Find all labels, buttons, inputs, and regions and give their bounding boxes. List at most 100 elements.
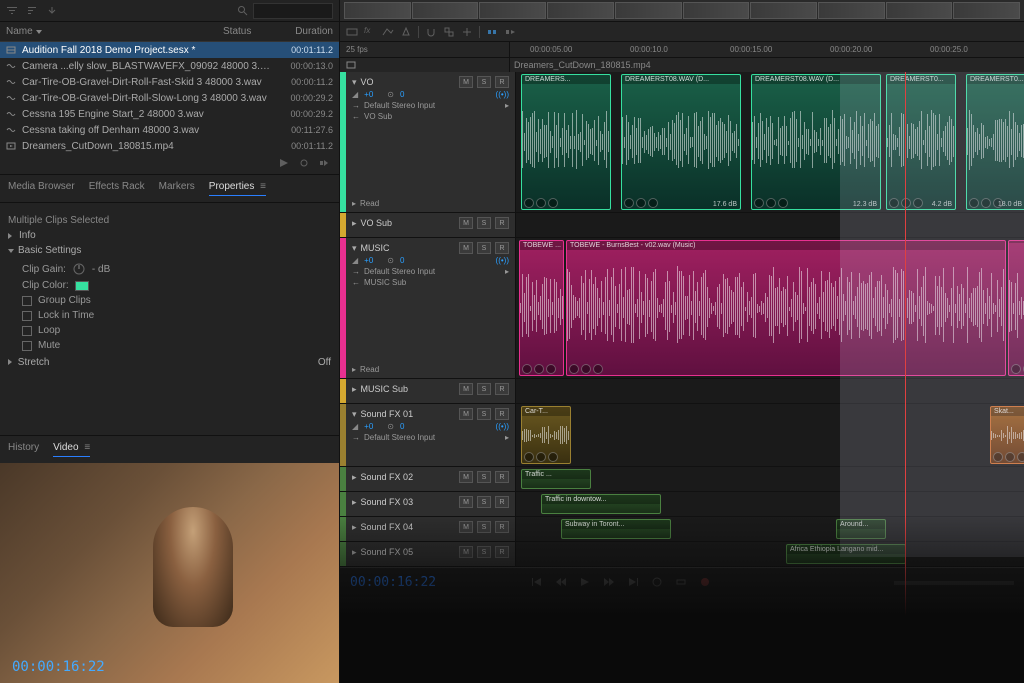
ripple-icon[interactable] xyxy=(486,26,498,38)
zcross-icon[interactable] xyxy=(461,26,473,38)
mute-button[interactable]: M xyxy=(459,521,473,533)
audio-clip[interactable]: Traffic in downtow... xyxy=(541,494,661,514)
record-arm-button[interactable]: R xyxy=(495,383,509,395)
track-expand-icon[interactable]: ▸ xyxy=(352,472,357,483)
gain-knob-icon[interactable] xyxy=(72,262,86,276)
solo-button[interactable]: S xyxy=(477,383,491,395)
snap-icon[interactable] xyxy=(425,26,437,38)
record-arm-button[interactable]: R xyxy=(495,217,509,229)
record-arm-button[interactable]: R xyxy=(495,76,509,88)
solo-button[interactable]: S xyxy=(477,471,491,483)
track-expand-icon[interactable]: ▸ xyxy=(352,497,357,508)
track-content[interactable] xyxy=(516,213,1024,237)
tab-media-browser[interactable]: Media Browser xyxy=(8,181,75,196)
audio-clip[interactable]: Around... xyxy=(836,519,886,539)
video-clip-label[interactable]: Dreamers_CutDown_180815.mp4 xyxy=(510,58,1024,72)
record-arm-button[interactable]: R xyxy=(495,408,509,420)
automation-mode[interactable]: Read xyxy=(360,199,379,208)
track-content[interactable]: Traffic ... xyxy=(516,467,1024,491)
track-expand-icon[interactable]: ▸ xyxy=(352,384,357,395)
column-name[interactable]: Name xyxy=(6,26,223,37)
record-arm-button[interactable]: R xyxy=(495,546,509,558)
tab-effects-rack[interactable]: Effects Rack xyxy=(89,181,145,196)
audio-clip[interactable] xyxy=(1008,240,1024,376)
track-content[interactable]: DREAMERS...DREAMERST08.WAV (D...17.6 dBD… xyxy=(516,72,1024,212)
audio-clip[interactable]: DREAMERST0...18.0 dB xyxy=(966,74,1024,210)
timeline-ruler[interactable]: 00:00:05.0000:00:10.000:00:15.0000:00:20… xyxy=(510,42,1024,57)
volume-value[interactable]: +0 xyxy=(364,90,373,99)
group-icon[interactable] xyxy=(443,26,455,38)
transport-timecode[interactable]: 00:00:16:22 xyxy=(350,575,436,590)
tab-markers[interactable]: Markers xyxy=(159,181,195,196)
mute-button[interactable]: M xyxy=(459,408,473,420)
rewind-icon[interactable] xyxy=(555,576,569,590)
audio-clip[interactable]: Skat... xyxy=(990,406,1024,464)
stretch-section-toggle[interactable]: Stretch Off xyxy=(8,353,331,372)
mute-checkbox[interactable]: Mute xyxy=(8,338,331,353)
solo-button[interactable]: S xyxy=(477,521,491,533)
track-input[interactable]: Default Stereo Input xyxy=(364,267,435,276)
solo-button[interactable]: S xyxy=(477,408,491,420)
loop-checkbox[interactable]: Loop xyxy=(8,323,331,338)
track-expand-icon[interactable]: ▸ xyxy=(352,522,357,533)
solo-button[interactable]: S xyxy=(477,76,491,88)
track-name[interactable]: VO Sub xyxy=(361,218,455,228)
info-section-toggle[interactable]: Info xyxy=(8,230,331,241)
track-input[interactable]: Default Stereo Input xyxy=(364,433,435,442)
play-icon[interactable] xyxy=(579,576,593,590)
hud-toggle-icon[interactable] xyxy=(346,26,358,38)
marker-icon[interactable] xyxy=(400,26,412,38)
mute-button[interactable]: M xyxy=(459,242,473,254)
track-name[interactable]: Sound FX 05 xyxy=(361,547,455,557)
tab-history[interactable]: History xyxy=(8,442,39,457)
track-content[interactable]: Car-T... Skat... xyxy=(516,404,1024,466)
record-arm-button[interactable]: R xyxy=(495,496,509,508)
automation-mode[interactable]: Read xyxy=(360,365,379,374)
solo-button[interactable]: S xyxy=(477,496,491,508)
track-name[interactable]: Sound FX 04 xyxy=(361,522,455,532)
track-header[interactable]: ▸Sound FX 03MSR xyxy=(346,492,516,516)
track-expand-icon[interactable]: ▾ xyxy=(352,77,357,88)
track-expand-icon[interactable]: ▸ xyxy=(352,218,357,229)
track-header[interactable]: ▸Sound FX 04MSR xyxy=(346,517,516,541)
track-header[interactable]: ▾Sound FX 01MSR◢+0⊙0((•))→Default Stereo… xyxy=(346,404,516,466)
track-header[interactable]: ▾VOMSR◢+0⊙0((•))→Default Stereo Input▸←V… xyxy=(346,72,516,212)
audio-clip[interactable]: DREAMERST0...4.2 dB xyxy=(886,74,956,210)
track-name[interactable]: VO xyxy=(361,77,455,87)
forward-icon[interactable] xyxy=(603,576,617,590)
audio-clip[interactable]: DREAMERST08.WAV (D...17.6 dB xyxy=(621,74,741,210)
pan-icon[interactable]: ⊙ xyxy=(387,90,394,99)
track-expand-icon[interactable]: ▾ xyxy=(352,243,357,254)
track-name[interactable]: Sound FX 02 xyxy=(361,472,455,482)
mute-button[interactable]: M xyxy=(459,496,473,508)
track-header[interactable]: ▾MUSICMSR◢+0⊙0((•))→Default Stereo Input… xyxy=(346,238,516,378)
track-header[interactable]: ▸Sound FX 05MSR xyxy=(346,542,516,566)
volume-icon[interactable]: ◢ xyxy=(352,256,358,265)
pan-icon[interactable]: ⊙ xyxy=(387,422,394,431)
mute-button[interactable]: M xyxy=(459,76,473,88)
audio-clip[interactable]: TOBEWE ... xyxy=(519,240,564,376)
record-icon[interactable] xyxy=(699,576,713,590)
fx-icon[interactable]: fx xyxy=(364,26,376,38)
audio-clip[interactable]: Subway in Toront... xyxy=(561,519,671,539)
clip-gain-setting[interactable]: Clip Gain: - dB xyxy=(8,260,331,278)
track-content[interactable]: Africa Ethiopia Langano mid... xyxy=(516,542,1024,566)
video-preview[interactable]: 00:00:16:22 xyxy=(0,463,339,683)
playhead[interactable] xyxy=(905,72,906,633)
color-swatch[interactable] xyxy=(75,281,89,291)
skip-icon[interactable] xyxy=(675,576,689,590)
track-header[interactable]: ▸Sound FX 02MSR xyxy=(346,467,516,491)
search-input[interactable] xyxy=(253,3,333,19)
tab-video[interactable]: Video ≡ xyxy=(53,442,90,457)
audio-clip[interactable]: Car-T... xyxy=(521,406,571,464)
audio-clip[interactable]: Traffic ... xyxy=(521,469,591,489)
pan-value[interactable]: 0 xyxy=(400,256,404,265)
file-row[interactable]: Dreamers_CutDown_180815.mp400:01:11.2 xyxy=(0,138,339,154)
file-row[interactable]: Audition Fall 2018 Demo Project.sesx *00… xyxy=(0,42,339,58)
play-icon[interactable] xyxy=(279,158,291,170)
pan-icon[interactable]: ⊙ xyxy=(387,256,394,265)
track-content[interactable]: TOBEWE ...TOBEWE - BurnsBest - v02.wav (… xyxy=(516,238,1024,378)
audio-clip[interactable]: DREAMERST08.WAV (D...12.3 dB xyxy=(751,74,881,210)
track-expand-icon[interactable]: ▸ xyxy=(352,547,357,558)
track-expand-icon[interactable]: ▾ xyxy=(352,409,357,420)
